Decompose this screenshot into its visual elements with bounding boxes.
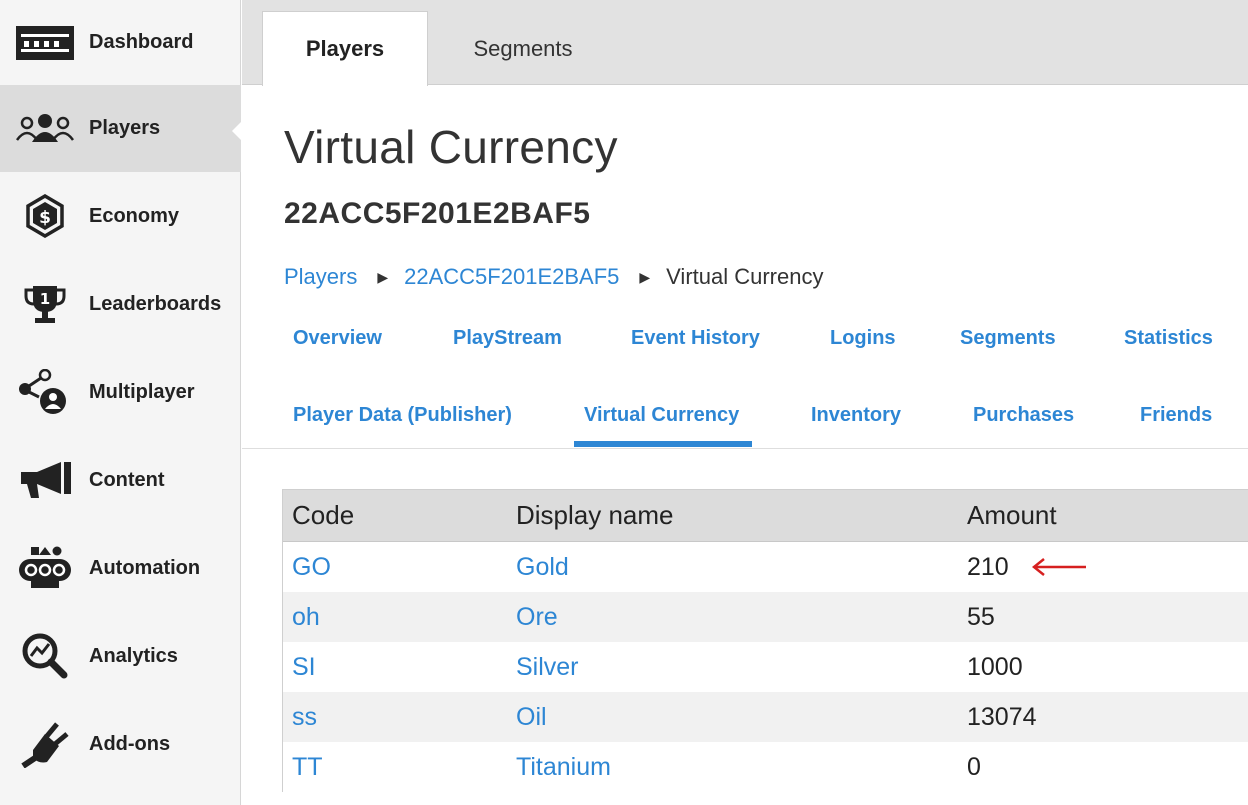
trophy-icon: 1 <box>14 279 76 329</box>
column-header-amount[interactable]: Amount <box>967 500 1057 531</box>
active-tab-indicator <box>574 441 752 447</box>
table-row: oh Ore 55 <box>283 592 1248 642</box>
currency-name-link[interactable]: Silver <box>516 653 579 682</box>
sidebar-item-label: Leaderboards <box>89 293 221 316</box>
top-tab-bar: Players Segments <box>242 0 1248 85</box>
currency-name-link[interactable]: Ore <box>516 603 558 632</box>
sidebar-item-label: Economy <box>89 205 179 228</box>
sidebar-item-leaderboards[interactable]: 1 Leaderboards <box>0 260 241 348</box>
currency-amount: 1000 <box>967 653 1023 682</box>
sidebar-item-label: Players <box>89 117 160 140</box>
subtab-overview[interactable]: Overview <box>293 327 382 350</box>
sidebar: Dashboard Players $ Economy 1 Leaderboar… <box>0 0 241 805</box>
currency-amount: 55 <box>967 603 995 632</box>
plug-icon <box>14 719 76 769</box>
column-header-display-name[interactable]: Display name <box>516 500 674 531</box>
page-title: Virtual Currency <box>284 120 618 174</box>
automation-icon <box>14 543 76 593</box>
currency-amount: 0 <box>967 753 981 782</box>
sidebar-item-economy[interactable]: $ Economy <box>0 172 241 260</box>
subtab-friends[interactable]: Friends <box>1140 404 1212 427</box>
breadcrumb: Players ▶ 22ACC5F201E2BAF5 ▶ Virtual Cur… <box>284 264 823 290</box>
currency-code-link[interactable]: GO <box>292 553 331 582</box>
red-arrow-icon <box>1030 556 1090 576</box>
table-header: Code Display name Amount <box>283 490 1248 542</box>
breadcrumb-separator-icon: ▶ <box>377 269 388 286</box>
subtab-inventory[interactable]: Inventory <box>811 404 901 427</box>
divider <box>242 448 1248 449</box>
subtab-virtual-currency[interactable]: Virtual Currency <box>584 404 739 427</box>
table-row: TT Titanium 0 <box>283 742 1248 792</box>
analytics-icon <box>14 631 76 681</box>
table-row: ss Oil 13074 <box>283 692 1248 742</box>
sidebar-item-label: Content <box>89 469 165 492</box>
currency-table: Code Display name Amount GO Gold 210 oh … <box>282 489 1248 792</box>
economy-icon: $ <box>14 191 76 241</box>
subtab-logins[interactable]: Logins <box>830 327 896 350</box>
subtab-playstream[interactable]: PlayStream <box>453 327 562 350</box>
subtab-player-data[interactable]: Player Data (Publisher) <box>293 404 512 427</box>
column-header-code[interactable]: Code <box>292 500 354 531</box>
currency-amount: 13074 <box>967 703 1037 732</box>
tab-segments[interactable]: Segments <box>438 11 608 86</box>
sidebar-item-players[interactable]: Players <box>0 85 241 172</box>
breadcrumb-current: Virtual Currency <box>666 264 823 290</box>
player-id: 22ACC5F201E2BAF5 <box>284 197 590 231</box>
tab-players[interactable]: Players <box>262 11 428 86</box>
megaphone-icon <box>14 455 76 505</box>
breadcrumb-players-link[interactable]: Players <box>284 264 357 290</box>
sidebar-item-label: Multiplayer <box>89 381 195 404</box>
table-row: SI Silver 1000 <box>283 642 1248 692</box>
sidebar-item-add-ons[interactable]: Add-ons <box>0 700 241 788</box>
table-row: GO Gold 210 <box>283 542 1248 592</box>
currency-code-link[interactable]: SI <box>292 653 316 682</box>
dashboard-icon <box>14 18 76 68</box>
sidebar-item-label: Add-ons <box>89 733 170 756</box>
currency-name-link[interactable]: Oil <box>516 703 547 732</box>
currency-code-link[interactable]: ss <box>292 703 317 732</box>
sidebar-item-label: Automation <box>89 557 200 580</box>
currency-name-link[interactable]: Titanium <box>516 753 611 782</box>
sidebar-item-label: Dashboard <box>89 31 193 54</box>
multiplayer-icon <box>14 367 76 417</box>
svg-text:1: 1 <box>40 290 50 308</box>
breadcrumb-separator-icon: ▶ <box>639 269 650 286</box>
sidebar-item-label: Analytics <box>89 645 178 668</box>
sidebar-item-multiplayer[interactable]: Multiplayer <box>0 348 241 436</box>
currency-amount: 210 <box>967 553 1009 582</box>
currency-name-link[interactable]: Gold <box>516 553 569 582</box>
breadcrumb-player-link[interactable]: 22ACC5F201E2BAF5 <box>404 264 619 290</box>
sidebar-item-automation[interactable]: Automation <box>0 524 241 612</box>
currency-code-link[interactable]: oh <box>292 603 320 632</box>
sidebar-item-analytics[interactable]: Analytics <box>0 612 241 700</box>
currency-code-link[interactable]: TT <box>292 753 323 782</box>
sidebar-item-content[interactable]: Content <box>0 436 241 524</box>
players-icon <box>14 104 76 154</box>
subtab-segments[interactable]: Segments <box>960 327 1056 350</box>
sidebar-item-dashboard[interactable]: Dashboard <box>0 0 241 85</box>
svg-text:$: $ <box>39 208 51 228</box>
subtab-event-history[interactable]: Event History <box>631 327 760 350</box>
subtab-purchases[interactable]: Purchases <box>973 404 1074 427</box>
subtab-statistics[interactable]: Statistics <box>1124 327 1213 350</box>
